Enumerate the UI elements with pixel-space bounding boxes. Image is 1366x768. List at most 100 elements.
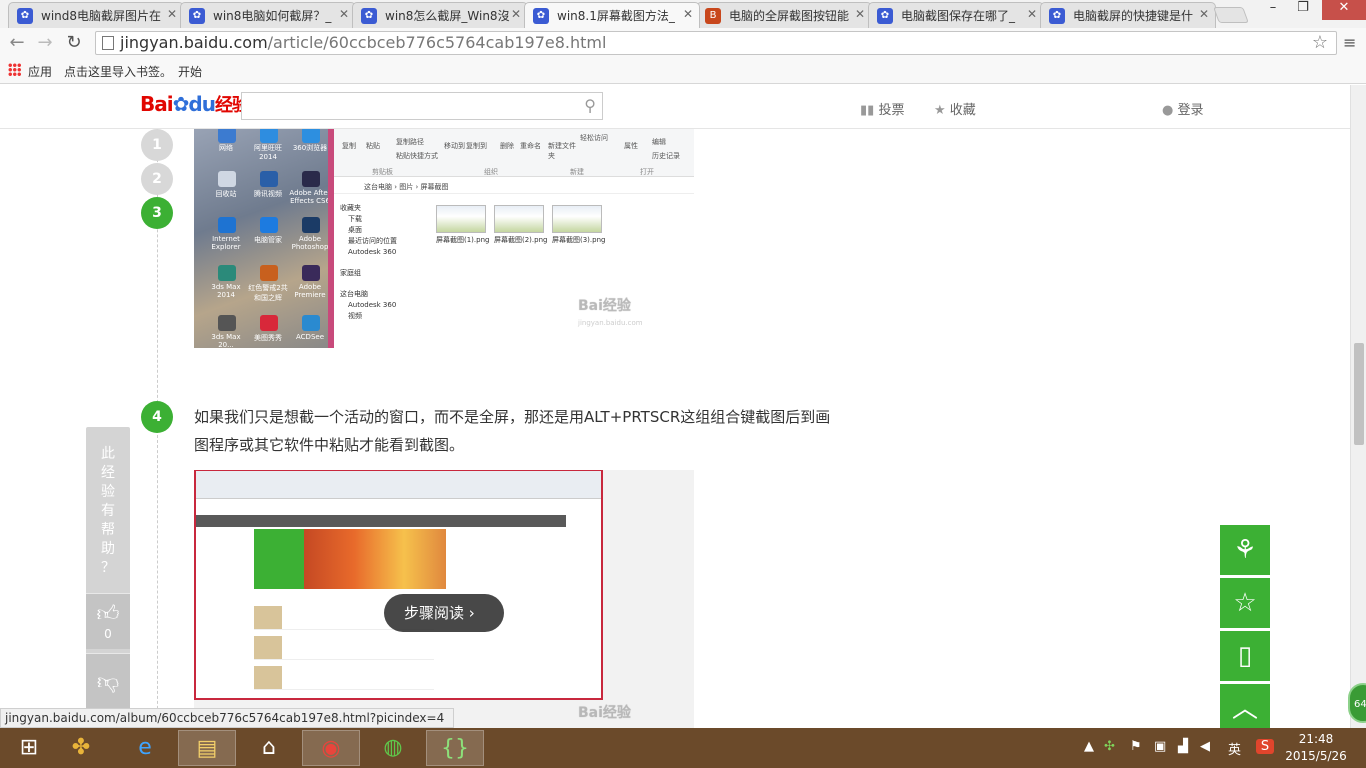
clock-date: 2015/5/26 [1285,749,1347,763]
close-icon[interactable]: ✕ [855,7,865,21]
bookmark-start[interactable]: 开始 [178,63,202,80]
wifi-icon[interactable]: ▟ [1178,739,1188,754]
taskbar-360[interactable]: ◍ [364,730,422,766]
nav-item: 视频 [348,312,362,320]
desktop-label: 3ds Max 20... [211,333,241,348]
ie-icon [218,217,236,233]
taskbar-ie[interactable]: e [116,730,174,766]
menu-icon[interactable]: ≡ [1343,33,1356,52]
tab-title: win8电脑如何截屏？_ [213,9,332,23]
tab-title: 电脑的全屏截图按钮能 [729,9,850,23]
pc-manager-icon [260,217,278,233]
ime-indicator[interactable]: 英 [1228,739,1241,758]
tab-1[interactable]: ✿ win8电脑如何截屏？_ ✕ [180,2,356,28]
close-icon[interactable]: ✕ [511,7,521,21]
desktop-label: 腾讯视频 [254,190,282,198]
taskbar-pinwheel[interactable]: ✤ [52,730,110,766]
desktop-area: 网络 阿里旺旺2014 360浏览器 回收站 腾讯视频 Adobe After … [194,125,334,348]
taskbar-chrome[interactable]: ◉ [302,730,360,766]
start-button[interactable]: ⊞ [0,730,58,766]
sogou-icon[interactable]: S [1256,739,1274,754]
close-icon[interactable]: ✕ [339,7,349,21]
close-icon[interactable]: ✕ [1027,7,1037,21]
back-to-top-button[interactable]: ︿ [1220,684,1270,728]
file-thumbnail [494,205,544,233]
vote-link[interactable]: ▮▮ 投票 [860,99,904,118]
search-input[interactable]: ⚲ [241,92,603,120]
forward-icon[interactable]: → [34,32,56,53]
step4-text: 如果我们只是想截一个活动的窗口，而不是全屏，那还是用ALT+PRTSCR这组组合… [194,408,831,454]
ribbon-item: 粘贴快捷方式 [396,152,438,160]
address-bar[interactable]: jingyan.baidu.com/article/60ccbceb776c57… [95,31,1337,55]
floating-badge[interactable]: 64 [1348,683,1366,723]
bookmark-apps[interactable]: 应用 [28,63,52,80]
meitu-icon [260,315,278,331]
nav-item: 收藏夹 [340,204,361,212]
step-read-button[interactable]: 步骤阅读 › [384,594,504,632]
step-number[interactable]: 4 [141,401,173,433]
browser-chrome [196,471,601,499]
action-center-icon[interactable]: ⚑ [1130,739,1142,754]
tab-2[interactable]: ✿ win8怎么截屏_Win8沒 ✕ [352,2,528,28]
nav-item: 桌面 [348,226,362,234]
clock-time: 21:48 [1298,732,1334,746]
search-icon[interactable]: ⚲ [584,96,596,115]
close-icon[interactable]: ✕ [167,7,177,21]
tab-4[interactable]: B 电脑的全屏截图按钮能 ✕ [696,2,872,28]
like-button[interactable]: 👍︎ 0 [86,593,130,649]
desktop-label: 电脑管家 [254,236,282,244]
home-icon: ⌂ [262,735,276,760]
favorite-label: 收藏 [949,103,976,118]
back-icon[interactable]: ← [6,32,28,53]
show-hidden-icons[interactable]: ▲ [1084,739,1094,754]
taskbar-file-explorer[interactable]: ▤ [178,730,236,766]
volume-icon[interactable]: ◀ [1200,739,1210,754]
tab-5[interactable]: ✿ 电脑截图保存在哪了_ ✕ [868,2,1044,28]
apps-icon[interactable] [8,63,21,76]
step-number[interactable]: 1 [141,129,173,161]
file-name: 屏幕截图(2).png [494,236,548,244]
desktop-label: 阿里旺旺2014 [254,144,282,161]
favorite-link[interactable]: ★ 收藏 [934,99,976,118]
baidu-jingyan-logo[interactable]: Bai✿du经验 [140,91,250,117]
taskbar-editor[interactable]: {} [426,730,484,766]
step-number-current[interactable]: 3 [141,197,173,229]
ribbon-group: 组织 [484,168,498,176]
wangwang-icon [260,127,278,143]
minimize-button[interactable]: – [1258,0,1288,20]
bookmark-float-button[interactable]: ▯ [1220,631,1270,681]
green-card [254,529,304,589]
vote-char: ？ [101,560,115,576]
share-icon: ⚘ [1233,535,1257,565]
tab-0[interactable]: ✿ wind8电脑截屏图片在 ✕ [8,2,184,28]
taskbar-home[interactable]: ⌂ [240,730,298,766]
scrollbar[interactable] [1350,85,1366,728]
login-link[interactable]: ● 登录 [1162,99,1204,118]
ribbon-item: 移动到 [444,142,465,150]
favorite-float-button[interactable]: ☆ [1220,578,1270,628]
close-window-button[interactable]: ✕ [1322,0,1366,20]
step3-screenshot[interactable]: 网络 阿里旺旺2014 360浏览器 回收站 腾讯视频 Adobe After … [194,125,694,348]
new-tab-button[interactable] [1213,7,1249,23]
desktop-label: 3ds Max 2014 [211,283,241,299]
ribbon-item: 属性 [624,142,638,150]
close-icon[interactable]: ✕ [683,7,693,21]
watermark-url: jingyan.baidu.com [578,319,643,327]
ribbon-group: 打开 [640,168,654,176]
explorer-address-bar: 这台电脑 › 图片 › 屏幕截图 [334,180,694,194]
close-icon[interactable]: ✕ [1199,7,1209,21]
clock[interactable]: 21:48 2015/5/26 [1284,731,1348,765]
step-number[interactable]: 2 [141,163,173,195]
scrollbar-thumb[interactable] [1354,343,1364,445]
share-button[interactable]: ⚘ [1220,525,1270,575]
restore-button[interactable]: ❐ [1288,0,1318,20]
network-status-icon[interactable]: ✣ [1104,739,1115,754]
star-icon: ★ [934,103,946,118]
bookmark-star-icon[interactable]: ☆ [1312,32,1328,54]
tab-6[interactable]: ✿ 电脑截屏的快捷键是什 ✕ [1040,2,1216,28]
tray-app-icon[interactable]: ▣ [1154,739,1166,754]
bookmark-import[interactable]: 点击这里导入书签。 [64,63,172,80]
logo-bai: Bai [140,92,174,116]
tab-3-active[interactable]: ✿ win8.1屏幕截图方法_ ✕ [524,2,700,28]
reload-icon[interactable]: ↻ [63,32,85,53]
